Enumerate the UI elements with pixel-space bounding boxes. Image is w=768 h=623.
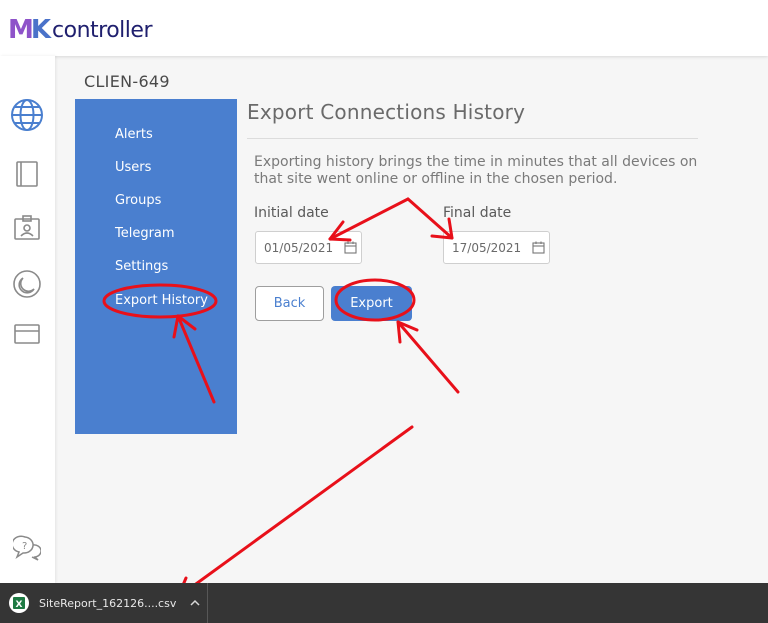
calendar-icon[interactable] (339, 241, 361, 254)
back-button[interactable]: Back (255, 286, 324, 321)
settings-menu: Alerts Users Groups Telegram Settings Ex… (75, 99, 237, 434)
document-icon[interactable] (10, 157, 44, 191)
card-icon[interactable] (10, 317, 44, 351)
initial-date-value: 01/05/2021 (264, 240, 334, 255)
menu-item-alerts[interactable]: Alerts (115, 127, 153, 142)
final-date-input[interactable]: 17/05/2021 (443, 231, 550, 264)
page-title: Export Connections History (247, 100, 526, 124)
initial-date-input[interactable]: 01/05/2021 (255, 231, 362, 264)
top-bar: MK controller (0, 0, 768, 56)
menu-item-telegram[interactable]: Telegram (115, 226, 175, 241)
chevron-up-icon[interactable] (188, 596, 202, 610)
icon-rail: ? (0, 56, 55, 583)
calendar-icon[interactable] (527, 241, 549, 254)
menu-item-export-history[interactable]: Export History (115, 293, 208, 308)
globe-icon[interactable] (10, 98, 44, 132)
menu-item-settings[interactable]: Settings (115, 259, 168, 274)
arrow-to-export-button (396, 320, 460, 394)
final-date-value: 17/05/2021 (452, 240, 522, 255)
download-item[interactable]: X SiteReport_162126....csv (0, 583, 208, 623)
svg-text:X: X (16, 600, 23, 610)
app-logo[interactable]: MK controller (8, 15, 152, 45)
help-chat-icon[interactable]: ? (10, 531, 44, 565)
id-badge-icon[interactable] (10, 211, 44, 245)
moon-icon[interactable] (10, 267, 44, 301)
menu-item-groups[interactable]: Groups (115, 193, 161, 208)
svg-text:?: ? (22, 541, 27, 552)
export-description: Exporting history brings the time in min… (254, 154, 698, 187)
download-file-name: SiteReport_162126....csv (39, 596, 177, 610)
logo-text: controller (52, 17, 152, 43)
export-button[interactable]: Export (331, 286, 412, 321)
title-divider (247, 138, 698, 139)
arrow-to-download (176, 425, 414, 599)
initial-date-label: Initial date (254, 205, 329, 221)
download-bar: X SiteReport_162126....csv (0, 583, 768, 623)
logo-mark: MK (8, 15, 51, 45)
menu-item-users[interactable]: Users (115, 160, 151, 175)
final-date-label: Final date (443, 205, 512, 221)
excel-icon: X (8, 592, 30, 614)
site-title: CLIEN-649 (84, 72, 170, 91)
